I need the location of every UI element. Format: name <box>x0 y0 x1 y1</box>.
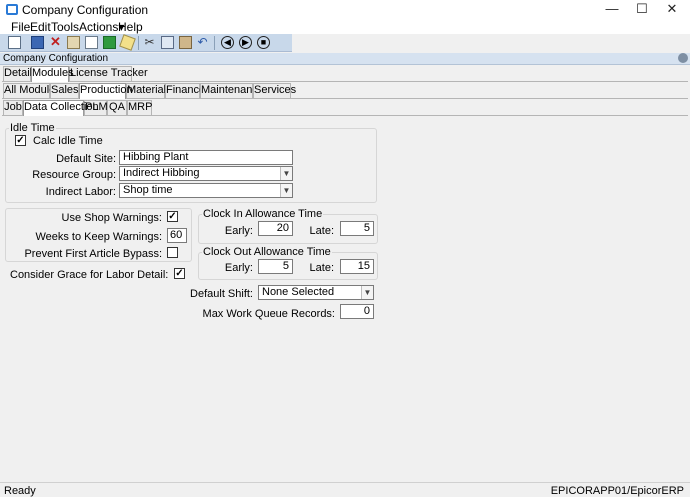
tab-divider <box>2 81 688 82</box>
default-site-field[interactable]: Hibbing Plant <box>119 150 293 165</box>
chevron-down-icon[interactable]: ▼ <box>280 167 292 180</box>
default-shift-value: None Selected <box>262 286 335 298</box>
forward-icon[interactable]: ▶ <box>239 36 252 49</box>
form-title: Company Configuration <box>3 53 109 64</box>
clock-out-group-label: Clock Out Allowance Time <box>202 246 332 258</box>
copy-icon[interactable] <box>85 36 98 49</box>
consider-grace-checkbox[interactable]: ✓ <box>174 268 185 279</box>
toolbar: ✕ ✂ ↶ ◀ ▶ ■ <box>0 34 292 52</box>
undo-icon[interactable]: ↶ <box>196 36 209 49</box>
form-close-icon[interactable] <box>678 53 688 63</box>
clear-icon[interactable] <box>119 34 136 51</box>
clock-out-late-label: Late: <box>309 262 334 274</box>
chevron-down-icon[interactable]: ▼ <box>361 286 373 299</box>
title-bar: Company Configuration — ☐ ✕ <box>0 0 690 19</box>
clock-in-late-field[interactable]: 5 <box>340 221 374 236</box>
menu-bar: File Edit Tools Actions▾ Help <box>0 19 690 34</box>
clock-out-early-field[interactable]: 5 <box>258 259 293 274</box>
default-shift-label: Default Shift: <box>190 288 253 300</box>
tab-row-main: Detail Modules License Tracker <box>2 66 688 82</box>
default-site-label: Default Site: <box>56 153 116 165</box>
tab-services[interactable]: Services <box>253 83 296 98</box>
resource-group-value: Indirect Hibbing <box>123 167 200 179</box>
consider-grace-check-mark: ✓ <box>175 268 184 279</box>
delete-icon[interactable]: ✕ <box>49 35 62 49</box>
new-icon[interactable] <box>8 36 21 49</box>
calc-idle-check-mark: ✓ <box>16 135 25 146</box>
clock-out-late-field[interactable]: 15 <box>340 259 374 274</box>
status-text: Ready <box>4 485 36 497</box>
default-shift-combo[interactable]: None Selected ▼ <box>258 285 374 300</box>
status-bar: Ready EPICORAPP01/EpicorERP <box>0 482 690 497</box>
consider-grace-label: Consider Grace for Labor Detail: <box>10 269 169 281</box>
clock-in-group-label: Clock In Allowance Time <box>202 208 324 220</box>
copy-clip-icon[interactable] <box>161 36 174 49</box>
stop-icon[interactable]: ■ <box>257 36 270 49</box>
use-shop-warnings-check-mark: ✓ <box>168 211 177 222</box>
indirect-labor-value: Shop time <box>123 184 173 196</box>
tab-sales[interactable]: Sales <box>50 83 79 98</box>
tab-production[interactable]: Production <box>79 83 133 99</box>
use-shop-warnings-label: Use Shop Warnings: <box>61 212 162 224</box>
weeks-to-keep-warnings-field[interactable]: 60 <box>167 228 187 243</box>
resource-group-combo[interactable]: Indirect Hibbing ▼ <box>119 166 293 181</box>
tab-mrp[interactable]: MRP <box>127 100 152 115</box>
chevron-down-icon[interactable]: ▼ <box>280 184 292 197</box>
tab-data-collection[interactable]: Data Collection <box>23 100 99 116</box>
clock-in-late-label: Late: <box>309 225 334 237</box>
max-work-queue-label: Max Work Queue Records: <box>202 308 335 320</box>
weeks-to-keep-warnings-label: Weeks to Keep Warnings: <box>35 231 162 243</box>
tab-divider <box>2 115 688 116</box>
indirect-labor-label: Indirect Labor: <box>45 186 116 198</box>
tab-qa[interactable]: QA <box>107 100 127 115</box>
tab-all-modules[interactable]: All Modules <box>3 83 61 98</box>
clock-out-early-label: Early: <box>224 262 253 274</box>
tab-row-modules: All Modules Sales Production Materials F… <box>2 83 688 99</box>
form-title-bar: Company Configuration <box>0 53 690 65</box>
tab-maintenance[interactable]: Maintenance <box>200 83 264 98</box>
tab-detail[interactable]: Detail <box>3 66 32 81</box>
resource-group-label: Resource Group: <box>32 169 116 181</box>
close-button[interactable]: ✕ <box>657 0 687 19</box>
indirect-labor-combo[interactable]: Shop time ▼ <box>119 183 293 198</box>
calc-idle-time-label: Calc Idle Time <box>33 135 103 147</box>
tab-finance[interactable]: Finance <box>165 83 205 98</box>
maximize-button[interactable]: ☐ <box>627 0 657 19</box>
tab-license-tracker[interactable]: License Tracker <box>69 66 148 81</box>
clock-in-early-field[interactable]: 20 <box>258 221 293 236</box>
toolbar-separator <box>138 36 139 50</box>
menu-edit[interactable]: Edit <box>30 20 51 34</box>
paste-icon[interactable] <box>179 36 192 49</box>
calc-idle-time-checkbox[interactable]: ✓ <box>15 135 26 146</box>
tab-modules[interactable]: Modules <box>31 66 74 82</box>
tab-row-production: Job Data Collection PLM QA MRP <box>2 100 688 116</box>
prevent-first-article-bypass-checkbox[interactable] <box>167 247 178 258</box>
max-work-queue-field[interactable]: 0 <box>340 304 374 319</box>
use-shop-warnings-checkbox[interactable]: ✓ <box>167 211 178 222</box>
back-icon[interactable]: ◀ <box>221 36 234 49</box>
save-icon[interactable] <box>31 36 44 49</box>
clock-in-early-label: Early: <box>224 225 253 237</box>
print-icon[interactable] <box>67 36 80 49</box>
refresh-icon[interactable] <box>103 36 116 49</box>
menu-help[interactable]: Help <box>118 20 143 34</box>
idle-time-group-label: Idle Time <box>9 122 56 134</box>
minimize-button[interactable]: — <box>597 0 627 19</box>
toolbar-separator <box>214 36 215 50</box>
app-window-icon <box>6 4 18 15</box>
window-title: Company Configuration <box>22 3 149 17</box>
prevent-first-article-bypass-label: Prevent First Article Bypass: <box>24 248 162 260</box>
tab-job[interactable]: Job <box>3 100 23 115</box>
menu-file[interactable]: File <box>11 20 30 34</box>
menu-tools[interactable]: Tools <box>51 20 79 34</box>
cut-icon[interactable]: ✂ <box>143 36 156 49</box>
server-info: EPICORAPP01/EpicorERP <box>550 485 684 497</box>
